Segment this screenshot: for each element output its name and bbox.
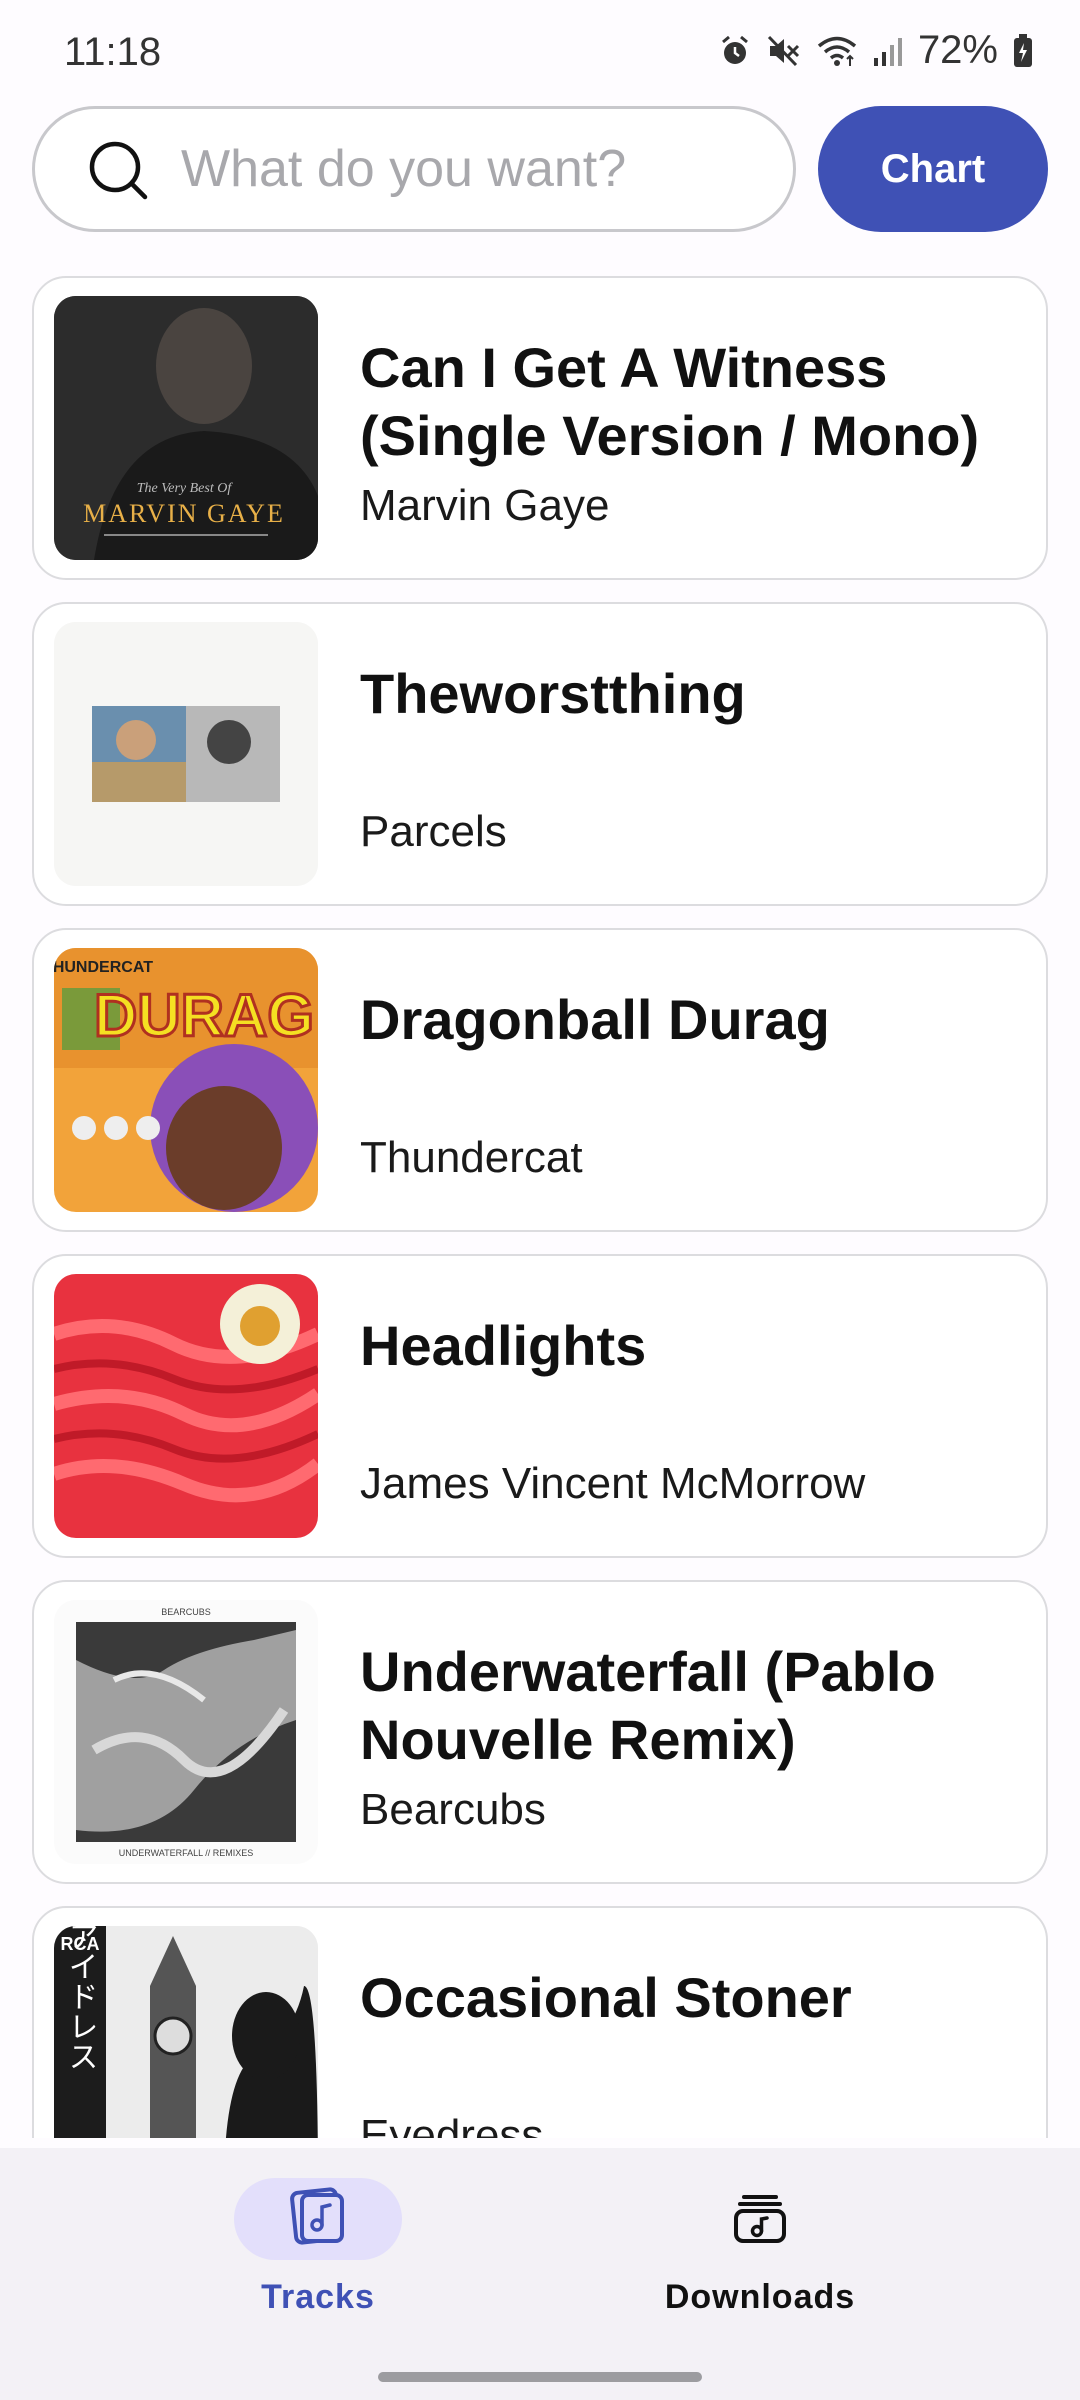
nav-label-tracks: Tracks — [261, 2278, 375, 2316]
battery-icon — [1012, 33, 1034, 69]
nav-icon-container — [676, 2178, 844, 2260]
track-list[interactable]: The Very Best Of MARVIN GAYE Can I Get A… — [32, 274, 1048, 2138]
album-cover — [54, 1274, 318, 1538]
search-bar[interactable] — [32, 106, 796, 232]
track-title: Occasional Stoner — [360, 1966, 852, 2029]
wifi-icon — [816, 34, 858, 68]
album-cover: DURAG THUNDERCAT — [54, 948, 318, 1212]
battery-percentage: 72% — [917, 28, 998, 72]
cover-text-artist: MARVIN GAYE — [83, 499, 285, 528]
album-cover: The Very Best Of MARVIN GAYE — [54, 296, 318, 560]
status-time: 11:18 — [64, 30, 162, 74]
cover-text-bottom: UNDERWATERFALL // REMIXES — [119, 1848, 254, 1858]
home-indicator[interactable] — [378, 2372, 702, 2382]
search-icon — [87, 139, 151, 208]
album-cover — [54, 622, 318, 886]
status-bar: 11:18 72% — [0, 0, 1080, 100]
album-cover: BEARCUBS UNDERWATERFALL // REMIXES — [54, 1600, 318, 1864]
album-cover: RCA アイドレス — [54, 1926, 318, 2138]
nav-tab-downloads[interactable]: Downloads — [610, 2178, 910, 2328]
app-screen: 11:18 72% Chart — [0, 0, 1080, 2400]
music-library-icon — [288, 2186, 348, 2252]
track-card[interactable]: BEARCUBS UNDERWATERFALL // REMIXES Under… — [32, 1580, 1048, 1884]
bottom-navigation: Tracks Downloads — [0, 2148, 1080, 2400]
signal-icon — [872, 34, 904, 68]
track-card[interactable]: The Very Best Of MARVIN GAYE Can I Get A… — [32, 276, 1048, 580]
track-artist: Bearcubs — [360, 1785, 546, 1834]
nav-tab-tracks[interactable]: Tracks — [168, 2178, 468, 2328]
downloads-music-icon — [730, 2187, 790, 2252]
cover-text-top: BEARCUBS — [161, 1607, 211, 1617]
track-card[interactable]: Headlights James Vincent McMorrow — [32, 1254, 1048, 1558]
track-card[interactable]: Theworstthing Parcels — [32, 602, 1048, 906]
track-title: Can I Get A Witness (Single Version / Mo… — [360, 336, 980, 467]
track-artist: Parcels — [360, 807, 507, 856]
track-card[interactable]: RCA アイドレス Occasional Stoner Eyedress — [32, 1906, 1048, 2138]
track-title: Headlights — [360, 1314, 647, 1377]
status-icons: 72% — [718, 28, 1034, 73]
track-artist: James Vincent McMorrow — [360, 1459, 866, 1508]
nav-label-downloads: Downloads — [664, 2278, 856, 2316]
cover-text-vertical: アイドレス — [63, 1926, 98, 2071]
track-title: Underwaterfall (Pablo Nouvelle Remix) — [360, 1640, 936, 1771]
track-artist: Thundercat — [360, 1133, 583, 1182]
alarm-icon — [718, 34, 752, 68]
mute-icon — [766, 34, 802, 68]
chart-button[interactable]: Chart — [818, 106, 1048, 232]
track-artist: Eyedress — [360, 2111, 544, 2138]
cover-text-title: DURAG — [94, 982, 314, 1049]
cover-text-small: THUNDERCAT — [54, 959, 153, 976]
cover-text-small: The Very Best Of — [137, 481, 234, 496]
search-input[interactable] — [181, 109, 771, 229]
nav-active-indicator — [234, 2178, 402, 2260]
track-title: Dragonball Durag — [360, 988, 830, 1051]
track-title: Theworstthing — [360, 662, 746, 725]
track-card[interactable]: DURAG THUNDERCAT Dragonball Durag Thunde… — [32, 928, 1048, 1232]
track-artist: Marvin Gaye — [360, 481, 610, 530]
